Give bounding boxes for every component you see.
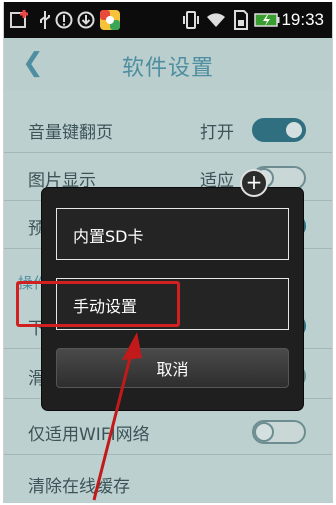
annotation-arrow xyxy=(92,332,142,501)
phone-screen: 19:33 ❮ 软件设置 音量键翻页 打开 图片显示 适应 预 打开 操作 下 … xyxy=(3,2,333,503)
